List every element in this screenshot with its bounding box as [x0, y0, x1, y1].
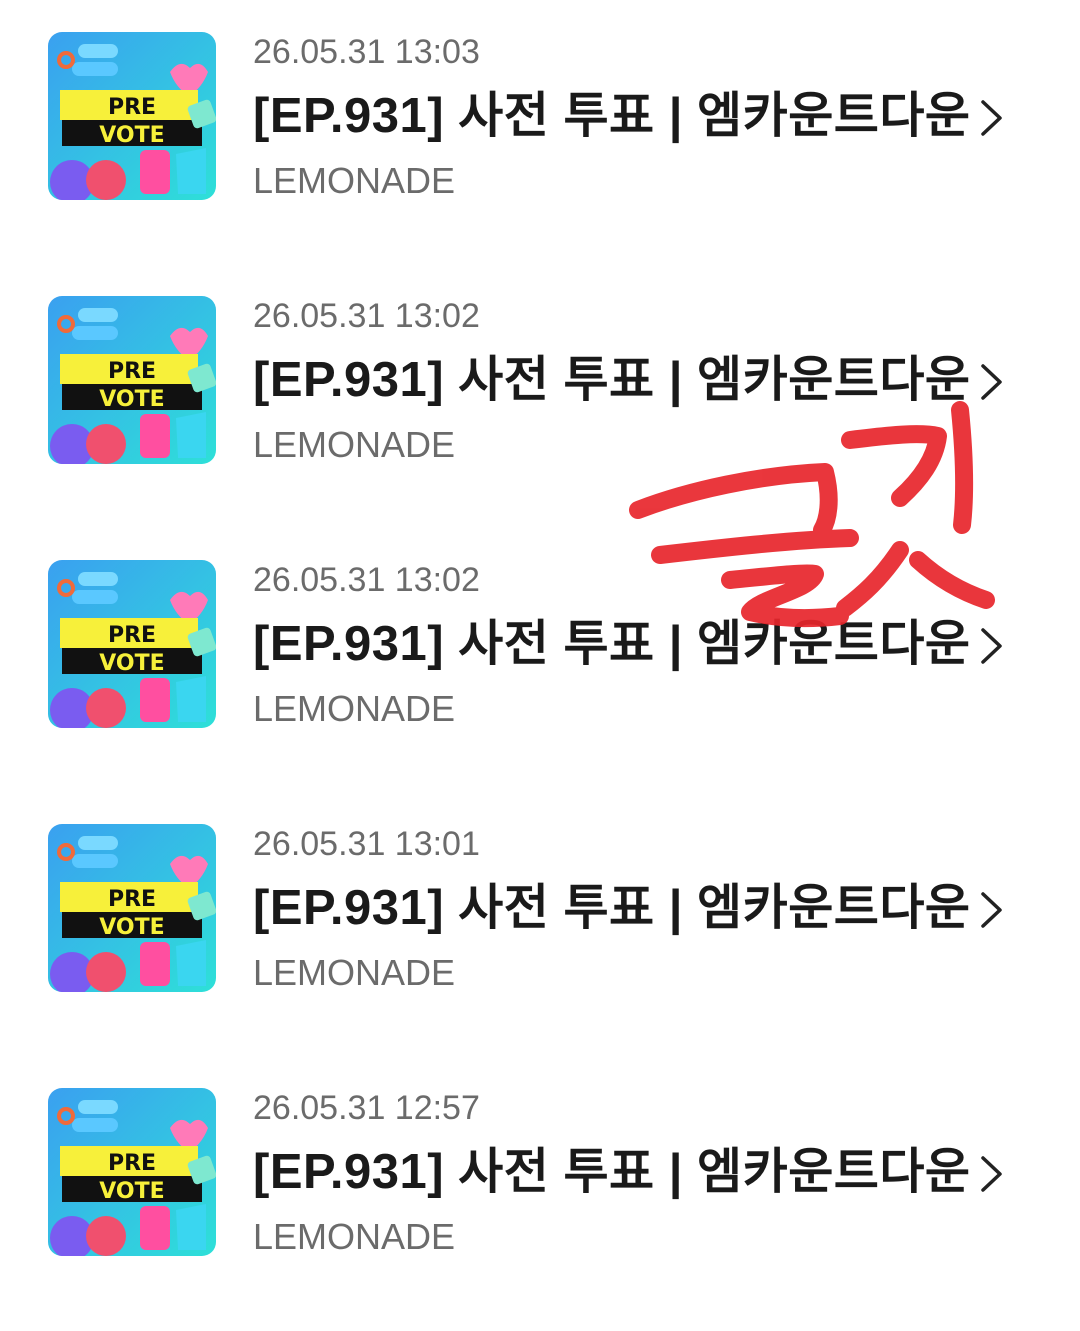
chevron-right-icon[interactable]	[974, 1152, 1008, 1196]
chevron-right-icon[interactable]	[974, 96, 1008, 140]
vote-date: 26.05.31 12:57	[253, 1089, 480, 1127]
pre-vote-thumbnail: PRE VOTE	[48, 560, 216, 728]
list-item[interactable]: PRE VOTE 26.05.31 12:57 [EP.931] 사전 투표 |…	[0, 1056, 1080, 1320]
vote-title: [EP.931] 사전 투표 | 엠카운트다운	[253, 353, 971, 407]
thumb-text: PRE	[108, 887, 156, 912]
thumb-text: PRE	[108, 1151, 156, 1176]
chevron-right-icon[interactable]	[974, 888, 1008, 932]
thumb-text: VOTE	[99, 651, 164, 676]
thumb-text: VOTE	[99, 387, 164, 412]
vote-date: 26.05.31 13:03	[253, 33, 480, 71]
thumb-text: VOTE	[99, 1179, 164, 1204]
pre-vote-thumbnail: PRE VOTE	[48, 296, 216, 464]
artist-name: LEMONADE	[253, 688, 456, 729]
pre-vote-thumbnail: PRE VOTE	[48, 1088, 216, 1256]
pre-vote-thumbnail: PRE VOTE	[48, 32, 216, 200]
vote-title: [EP.931] 사전 투표 | 엠카운트다운	[253, 881, 971, 935]
artist-name: LEMONADE	[253, 1216, 456, 1257]
pre-vote-thumbnail: PRE VOTE	[48, 824, 216, 992]
vote-title: [EP.931] 사전 투표 | 엠카운트다운	[253, 1145, 971, 1199]
list-item[interactable]: PRE VOTE 26.05.31 13:02 [EP.931] 사전 투표 |…	[0, 528, 1080, 792]
list-item[interactable]: PRE VOTE 26.05.31 13:03 [EP.931] 사전 투표 |…	[0, 0, 1080, 264]
thumb-text: PRE	[108, 95, 156, 120]
artist-name: LEMONADE	[253, 424, 456, 465]
artist-name: LEMONADE	[253, 952, 456, 993]
vote-date: 26.05.31 13:02	[253, 561, 480, 599]
vote-title: [EP.931] 사전 투표 | 엠카운트다운	[253, 617, 971, 671]
vote-date: 26.05.31 13:02	[253, 297, 480, 335]
thumb-text: PRE	[108, 359, 156, 384]
list-item[interactable]: PRE VOTE 26.05.31 13:02 [EP.931] 사전 투표 |…	[0, 264, 1080, 528]
thumb-text: VOTE	[99, 915, 164, 940]
thumb-text: VOTE	[99, 123, 164, 148]
thumb-text: PRE	[108, 623, 156, 648]
chevron-right-icon[interactable]	[974, 360, 1008, 404]
vote-date: 26.05.31 13:01	[253, 825, 480, 863]
list-item[interactable]: PRE VOTE 26.05.31 13:01 [EP.931] 사전 투표 |…	[0, 792, 1080, 1056]
vote-title: [EP.931] 사전 투표 | 엠카운트다운	[253, 89, 971, 143]
chevron-right-icon[interactable]	[974, 624, 1008, 668]
artist-name: LEMONADE	[253, 160, 456, 201]
